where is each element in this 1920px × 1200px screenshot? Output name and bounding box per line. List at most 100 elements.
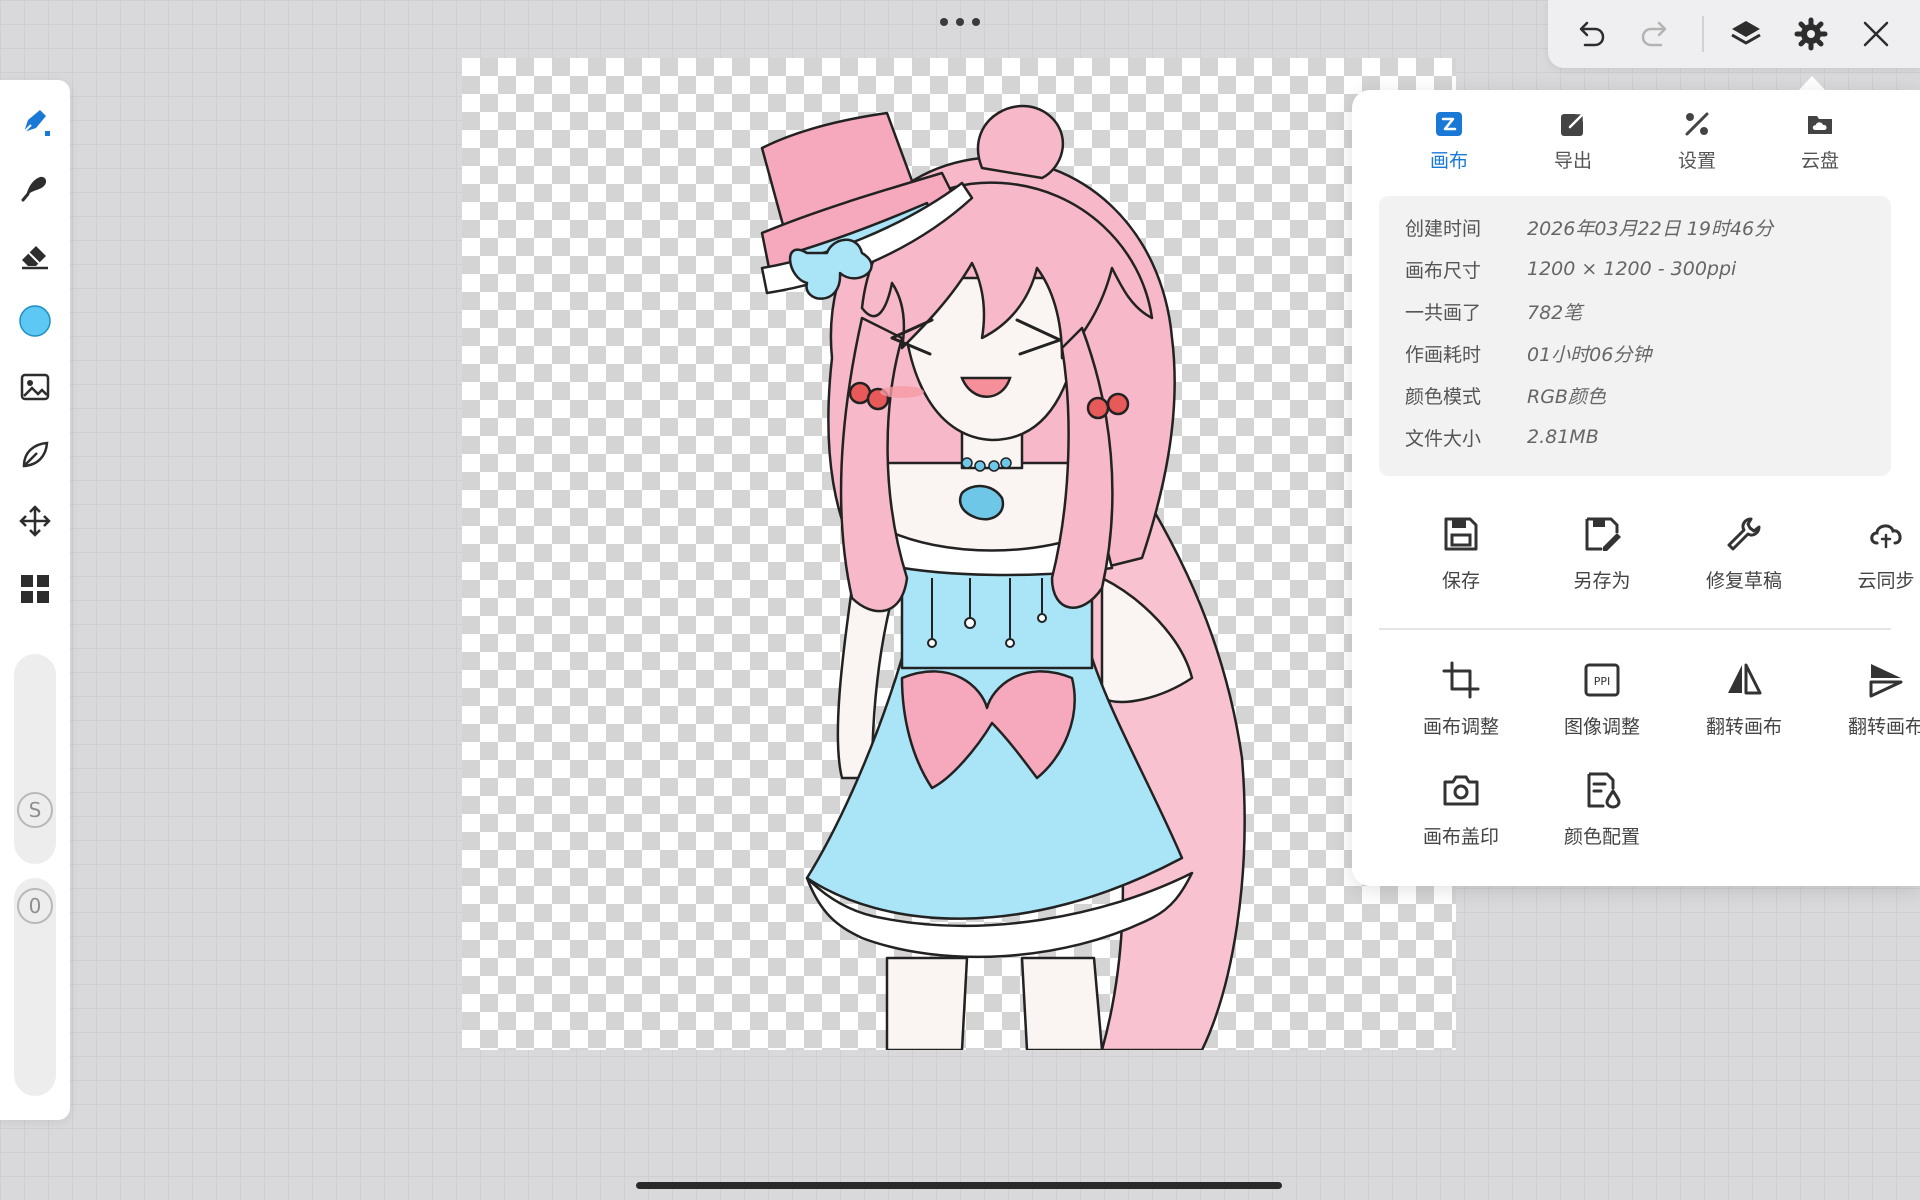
artwork bbox=[760, 104, 1246, 1050]
info-row: 创建时间 2026年03月22日 19时46分 bbox=[1405, 212, 1773, 242]
info-key: 创建时间 bbox=[1405, 217, 1482, 240]
action-label: 颜色配置 bbox=[1563, 826, 1640, 848]
move-icon bbox=[19, 505, 51, 537]
cloud-sync-icon bbox=[1870, 524, 1902, 549]
canvas-stamp-button[interactable]: 画布盖印 bbox=[1396, 766, 1526, 849]
info-key: 画布尺寸 bbox=[1405, 259, 1482, 282]
home-indicator[interactable] bbox=[636, 1182, 1282, 1189]
grid-tool-button[interactable] bbox=[14, 568, 56, 610]
dot bbox=[940, 18, 948, 26]
panel-tabs: 画布 导出 设置 云盘 bbox=[1352, 106, 1892, 186]
action-label: 保存 bbox=[1441, 570, 1480, 592]
info-key: 文件大小 bbox=[1405, 427, 1482, 450]
color-profile-button[interactable]: 颜色配置 bbox=[1537, 766, 1667, 849]
ppi-icon: PPI bbox=[1584, 663, 1620, 697]
color-picker-button[interactable] bbox=[14, 300, 56, 342]
move-tool-button[interactable] bbox=[14, 500, 56, 542]
tab-export[interactable]: 导出 bbox=[1523, 106, 1623, 173]
hair-bun bbox=[976, 104, 1065, 180]
close-button[interactable] bbox=[1856, 14, 1896, 54]
flip-canvas-horizontal-button[interactable]: 翻转画布 bbox=[1679, 656, 1809, 739]
redo-icon bbox=[1641, 21, 1667, 47]
canvas-adjust-button[interactable]: 画布调整 bbox=[1396, 656, 1526, 739]
tab-canvas[interactable]: 画布 bbox=[1399, 106, 1499, 173]
image-icon bbox=[20, 373, 50, 401]
opacity-label: 0 bbox=[28, 894, 42, 918]
settings-button[interactable] bbox=[1791, 14, 1831, 54]
info-row: 文件大小 2.81MB bbox=[1405, 422, 1599, 452]
section-divider bbox=[1379, 628, 1891, 630]
save-button[interactable]: 保存 bbox=[1396, 510, 1526, 593]
info-row: 一共画了 782笔 bbox=[1405, 296, 1582, 326]
close-icon bbox=[1863, 21, 1889, 47]
settings-tools-icon bbox=[1685, 112, 1709, 136]
info-key: 一共画了 bbox=[1405, 301, 1482, 324]
hair-ball bbox=[1106, 392, 1130, 416]
tab-label: 画布 bbox=[1429, 150, 1468, 172]
brush-size-knob[interactable]: S bbox=[17, 792, 53, 828]
info-row: 作画耗时 01小时06分钟 bbox=[1405, 338, 1651, 368]
undo-button[interactable] bbox=[1570, 14, 1610, 54]
save-icon bbox=[1444, 517, 1478, 551]
layers-button[interactable] bbox=[1726, 14, 1766, 54]
tab-label: 导出 bbox=[1553, 150, 1592, 172]
blush bbox=[880, 386, 924, 398]
action-label: 图像调整 bbox=[1563, 716, 1640, 738]
action-label: 云同步 bbox=[1857, 570, 1915, 592]
repair-draft-button[interactable]: 修复草稿 bbox=[1679, 510, 1809, 593]
layers-icon bbox=[1731, 21, 1761, 45]
gear-icon bbox=[1794, 17, 1828, 51]
save-as-button[interactable]: 另存为 bbox=[1537, 510, 1667, 593]
info-row: 颜色模式 RGB颜色 bbox=[1405, 380, 1606, 410]
redo-button[interactable] bbox=[1636, 14, 1676, 54]
more-options-button[interactable] bbox=[940, 14, 980, 30]
wrench-icon bbox=[1727, 517, 1761, 551]
toolbar-divider bbox=[1702, 16, 1704, 52]
dot bbox=[956, 18, 964, 26]
brush-tool-button[interactable] bbox=[14, 166, 56, 208]
info-value: 2.81MB bbox=[1527, 426, 1599, 448]
brush-size-slider[interactable] bbox=[14, 654, 56, 864]
action-label: 画布调整 bbox=[1422, 716, 1499, 738]
action-label: 修复草稿 bbox=[1705, 570, 1782, 592]
action-label: 画布盖印 bbox=[1422, 826, 1499, 848]
action-label: 翻转画布 bbox=[1705, 716, 1782, 738]
info-row: 画布尺寸 1200 × 1200 - 300ppi bbox=[1405, 254, 1736, 284]
hair-ball bbox=[1086, 396, 1110, 420]
cloud-drive-icon bbox=[1808, 116, 1832, 134]
info-value: RGB颜色 bbox=[1527, 385, 1606, 408]
flip-vertical-icon bbox=[1869, 664, 1903, 698]
info-value: 01小时06分钟 bbox=[1527, 343, 1652, 366]
action-label: 翻转画布 bbox=[1847, 716, 1920, 738]
cloud-sync-button[interactable]: 云同步 bbox=[1821, 510, 1920, 593]
color-profile-icon bbox=[1587, 772, 1621, 809]
canvas-info-box: 创建时间 2026年03月22日 19时46分 画布尺寸 1200 × 1200… bbox=[1379, 196, 1891, 476]
canvas-icon bbox=[1436, 112, 1462, 136]
info-key: 作画耗时 bbox=[1405, 343, 1482, 366]
pen-tool-button[interactable] bbox=[14, 100, 56, 142]
tab-label: 设置 bbox=[1677, 150, 1716, 172]
flip-horizontal-icon bbox=[1728, 663, 1762, 695]
tab-cloud-drive[interactable]: 云盘 bbox=[1770, 106, 1870, 173]
image-adjust-button[interactable]: PPI 图像调整 bbox=[1537, 656, 1667, 739]
eraser-tool-button[interactable] bbox=[14, 234, 56, 276]
pen-icon bbox=[23, 110, 50, 136]
grid-icon bbox=[21, 575, 49, 603]
leaf-tool-button[interactable] bbox=[14, 434, 56, 476]
legs bbox=[885, 956, 1104, 1050]
size-label: S bbox=[28, 798, 42, 822]
opacity-knob[interactable]: 0 bbox=[17, 888, 53, 924]
undo-icon bbox=[1579, 21, 1605, 47]
flip-canvas-vertical-button[interactable]: 翻转画布 bbox=[1821, 656, 1920, 739]
crop-icon bbox=[1442, 661, 1480, 699]
image-tool-button[interactable] bbox=[14, 366, 56, 408]
top-toolbar bbox=[1548, 0, 1920, 68]
left-toolbar: S 0 bbox=[0, 80, 70, 1120]
leaf-icon bbox=[22, 441, 49, 468]
tab-settings[interactable]: 设置 bbox=[1647, 106, 1747, 173]
brush-icon bbox=[21, 176, 47, 202]
svg-text:PPI: PPI bbox=[1594, 675, 1611, 688]
drawing-canvas[interactable] bbox=[462, 58, 1456, 1050]
info-key: 颜色模式 bbox=[1405, 385, 1482, 408]
action-label: 另存为 bbox=[1573, 570, 1631, 592]
